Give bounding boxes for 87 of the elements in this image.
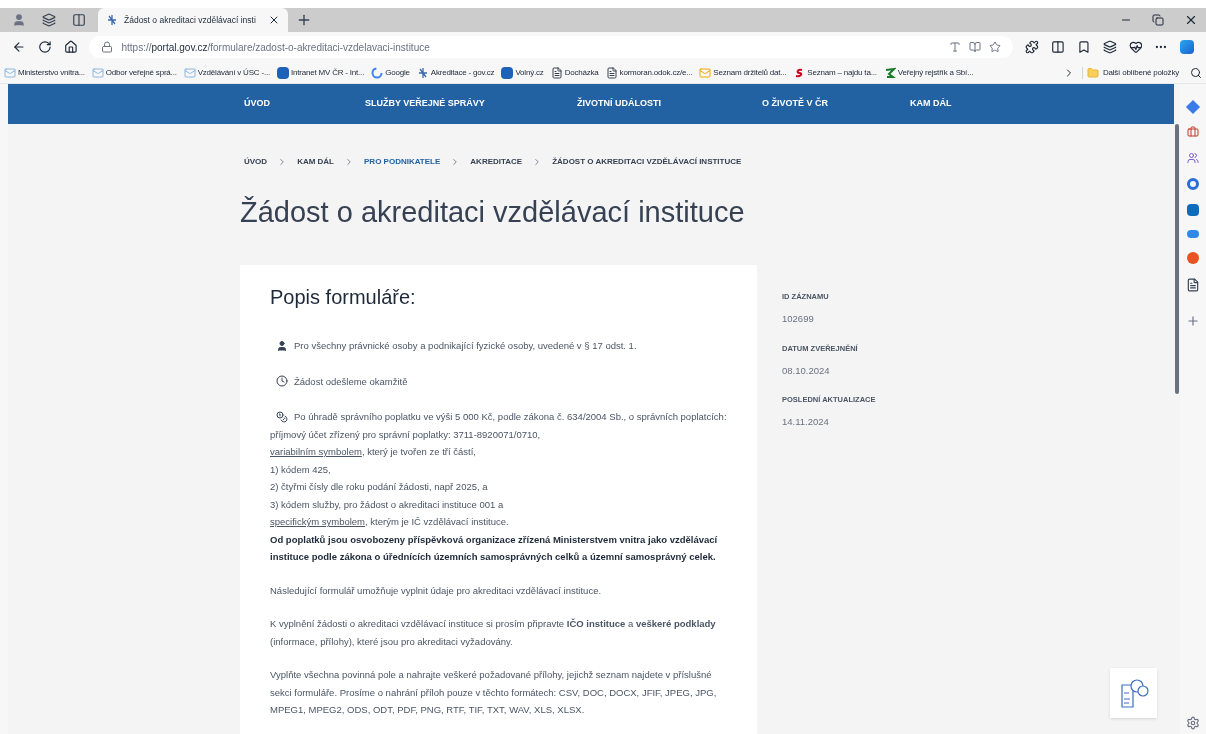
bookmark-item[interactable]: Seznam držitelů dat... <box>699 66 787 79</box>
document-icon[interactable] <box>1186 278 1200 292</box>
paragraph: K vyplnění žádosti o akreditaci vzdělávací instituce si prosím připravte IČO instituce a veškeré podklady (informace, přílohy), které jsou pro akreditaci vyžadovány. <box>270 617 717 649</box>
mail-icon <box>699 66 712 79</box>
fee-line: specifickým symbolem, kterým je IČ vzdělávací instituce. <box>270 513 509 531</box>
other-favorites-folder[interactable]: Další oblíbené položky <box>1081 66 1179 79</box>
card-heading: Popis formuláře: <box>270 287 417 307</box>
bookmark-item[interactable]: Vzdělávání v ÚSC -... <box>183 66 270 79</box>
fee-line: 3) kódem služby, pro žádost o akreditaci instituce 001 a <box>270 497 504 512</box>
meta-value: 102699 <box>782 312 815 327</box>
workspaces-icon[interactable] <box>42 13 56 27</box>
profile-icon[interactable] <box>12 13 26 27</box>
meta-value: 08.10.2024 <box>782 363 831 378</box>
site-icon <box>276 66 289 79</box>
meta-value: 14.11.2024 <box>782 415 830 430</box>
read-aloud-icon[interactable] <box>949 41 962 53</box>
split-screen-icon[interactable] <box>1051 40 1065 54</box>
bookmark-item[interactable]: Seznam – najdu ta... <box>793 66 877 79</box>
reader-icon[interactable] <box>969 41 982 53</box>
symbol-link[interactable]: variabilním symbolem <box>270 443 362 461</box>
feedback-button[interactable] <box>1110 668 1157 718</box>
bookmark-item[interactable]: Volný.cz <box>501 66 544 79</box>
reload-icon[interactable] <box>37 40 52 54</box>
mail-icon <box>91 66 104 79</box>
bookmark-item[interactable]: Ministerstvo vnitra... <box>4 66 85 79</box>
note-text: Pro všechny právnické osoby a podnikající fyzické osoby, uvedené v § 17 odst. 1. <box>294 339 637 353</box>
bookmark-item[interactable]: Google <box>371 66 410 79</box>
bookmark-item[interactable]: Veřejný rejstřík a Sbí... <box>883 66 974 79</box>
restore-icon[interactable] <box>1152 14 1164 26</box>
nav-link[interactable]: ŽIVOTNÍ UDÁLOSTI <box>577 97 762 111</box>
breadcrumb-link[interactable]: ŽÁDOST O AKREDITACI VZDĚLÁVACÍ INSTITUCE <box>552 156 742 168</box>
extensions-icon[interactable] <box>1025 40 1040 54</box>
site-icon <box>501 66 514 79</box>
breadcrumb-link[interactable]: PRO PODNIKATELE <box>364 156 441 168</box>
clock-icon <box>276 375 288 388</box>
fee-line: variabilním symbolem, který je tvořen ze tří částí, <box>270 443 476 461</box>
folder-icon <box>1086 66 1099 79</box>
chevron-icon <box>344 157 354 167</box>
fee-line: příjmový účet zřízený pro správní poplatky: 3711-8920071/0710, <box>270 427 541 442</box>
paragraph: Následující formulář umožňuje vyplnit údaje pro akreditaci vzdělávací instituce. <box>270 583 603 598</box>
copilot-icon[interactable] <box>1180 40 1194 54</box>
address-bar[interactable]: https://portal.gov.cz/formulare/zadost-o-akreditaci-vzdelavaci-instituce <box>89 36 1014 58</box>
paragraph: Vyplňte všechna povinná pole a nahrajte veškeré požadované přílohy, jejichž seznam najdete v příslušné sekci formuláře. Prosíme o nahrání příloh pouze v těchto formátech: CSV, DOC, DOCX, JFIF, JPEG, JPG, MPEG1, MPEG2, ODS, ODT, PDF, PNG, RTF, TIF, TXT, WAV, XLS, XLSX. <box>270 668 718 717</box>
nav-link[interactable]: SLUŽBY VEŘEJNÉ SPRÁVY <box>365 97 577 111</box>
breadcrumb-link[interactable]: AKREDITACE <box>470 156 523 168</box>
bookmark-item[interactable]: Akreditace - gov.cz <box>416 66 495 79</box>
collections-icon[interactable] <box>1102 40 1117 54</box>
mail-icon <box>183 66 196 79</box>
breadcrumb-link[interactable]: ÚVOD <box>244 156 268 168</box>
page-icon <box>605 66 618 79</box>
home-icon[interactable] <box>63 40 78 54</box>
bookmark-item[interactable]: kormoran.odok.cz/e... <box>605 66 693 79</box>
fee-line: Po úhradě správního poplatku ve výši 5 000 Kč, podle zákona č. 634/2004 Sb., o správních poplatcích: <box>294 410 727 424</box>
briefcase-icon[interactable] <box>1187 126 1199 138</box>
google-icon <box>371 66 384 79</box>
nav-link[interactable]: ÚVOD <box>244 97 365 111</box>
person-icon <box>276 339 288 352</box>
nav-link[interactable]: O ŽIVOTĚ V ČR <box>762 97 910 111</box>
fee-exemption-text: Od poplatků jsou osvobozeny příspěvková organizace zřízená Ministerstvem vnitra jako vzdělávací instituce podle zákona o úřednících územních samosprávných celků a územní samosprávný celek. <box>270 532 719 564</box>
feedback-icon <box>1118 677 1149 709</box>
tab-actions-icon[interactable] <box>72 13 86 27</box>
nav-link[interactable]: KAM DÁL <box>910 97 1010 111</box>
bookmark-item[interactable]: Intranet MV ČR - Int... <box>276 66 365 79</box>
bookmark-item[interactable]: Docházka <box>550 66 599 79</box>
note-text: Žádost odešleme okamžitě <box>294 374 408 389</box>
app-icon[interactable] <box>1187 252 1199 264</box>
people-icon[interactable] <box>1187 152 1199 164</box>
lock-icon <box>101 41 114 53</box>
settings-icon[interactable] <box>1186 716 1200 730</box>
breadcrumb-link[interactable]: KAM DÁL <box>297 156 334 168</box>
page-icon <box>550 66 563 79</box>
browser-tab[interactable]: Žádost o akreditaci vzdělávací insti <box>98 8 288 32</box>
health-icon[interactable] <box>1128 40 1143 54</box>
coin-icon <box>276 411 288 423</box>
mail-icon <box>4 66 16 79</box>
back-icon[interactable] <box>12 40 26 54</box>
favorite-icon[interactable] <box>989 41 1002 53</box>
fee-line: 1) kódem 425, <box>270 462 331 477</box>
scrollbar-thumb[interactable] <box>1175 124 1179 394</box>
close-icon[interactable] <box>1184 13 1198 27</box>
favorites-icon[interactable] <box>1076 40 1091 54</box>
fee-line: 2) čtyřmi čísly dle roku podání žádosti, např 2025, a <box>270 480 488 494</box>
page-title: Žádost o akreditaci vzdělávací instituce <box>240 198 746 227</box>
search-icon[interactable] <box>1190 66 1202 79</box>
close-icon[interactable] <box>268 14 280 26</box>
new-tab-icon[interactable] <box>296 12 312 28</box>
bookmark-item[interactable]: Odbor veřejné sprá... <box>91 66 177 79</box>
